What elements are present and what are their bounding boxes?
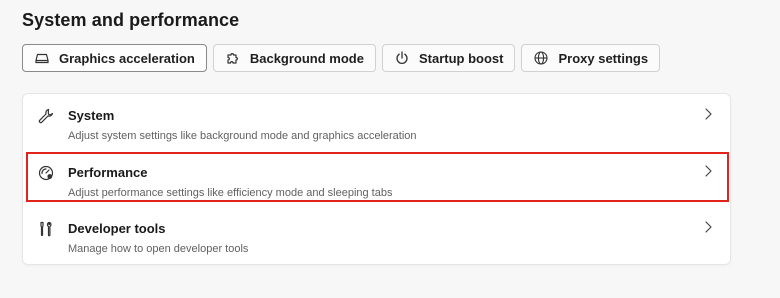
page-title: System and performance: [22, 10, 240, 30]
power-icon: [394, 50, 410, 66]
settings-row-developer-tools-description: Manage how to open developer tools: [68, 243, 249, 255]
settings-row-performance-title: Performance: [68, 165, 148, 180]
chevron-right-icon: [702, 220, 714, 234]
settings-row-performance-description: Adjust performance settings like efficie…: [68, 187, 393, 199]
startup-boost-label: Startup boost: [418, 50, 504, 66]
settings-row-developer-tools-title: Developer tools: [68, 221, 166, 236]
background-mode-button[interactable]: Background mode: [212, 44, 376, 72]
settings-row-system[interactable]: System Adjust system settings like backg…: [23, 94, 730, 149]
startup-boost-button[interactable]: Startup boost: [381, 44, 516, 72]
puzzle-icon: [225, 50, 241, 66]
proxy-settings-button[interactable]: Proxy settings: [521, 44, 661, 72]
graphics-card-icon: [34, 50, 50, 66]
settings-row-performance[interactable]: Performance Adjust performance settings …: [23, 151, 730, 206]
chevron-right-icon: [702, 164, 714, 178]
chevron-right-icon: [702, 107, 714, 121]
quick-links-bar: Graphics acceleration Background mode St…: [22, 44, 661, 72]
wrench-icon: [37, 107, 55, 125]
settings-row-system-description: Adjust system settings like background m…: [68, 130, 417, 142]
settings-row-system-title: System: [68, 108, 115, 123]
settings-row-developer-tools[interactable]: Developer tools Manage how to open devel…: [23, 207, 730, 262]
settings-card: System Adjust system settings like backg…: [22, 93, 731, 265]
proxy-settings-label: Proxy settings: [558, 50, 649, 66]
tools-icon: [37, 220, 55, 238]
graphics-acceleration-button[interactable]: Graphics acceleration: [22, 44, 207, 72]
speedometer-icon: [37, 164, 55, 182]
globe-icon: [533, 50, 549, 66]
graphics-acceleration-label: Graphics acceleration: [59, 50, 195, 66]
background-mode-label: Background mode: [249, 50, 364, 66]
